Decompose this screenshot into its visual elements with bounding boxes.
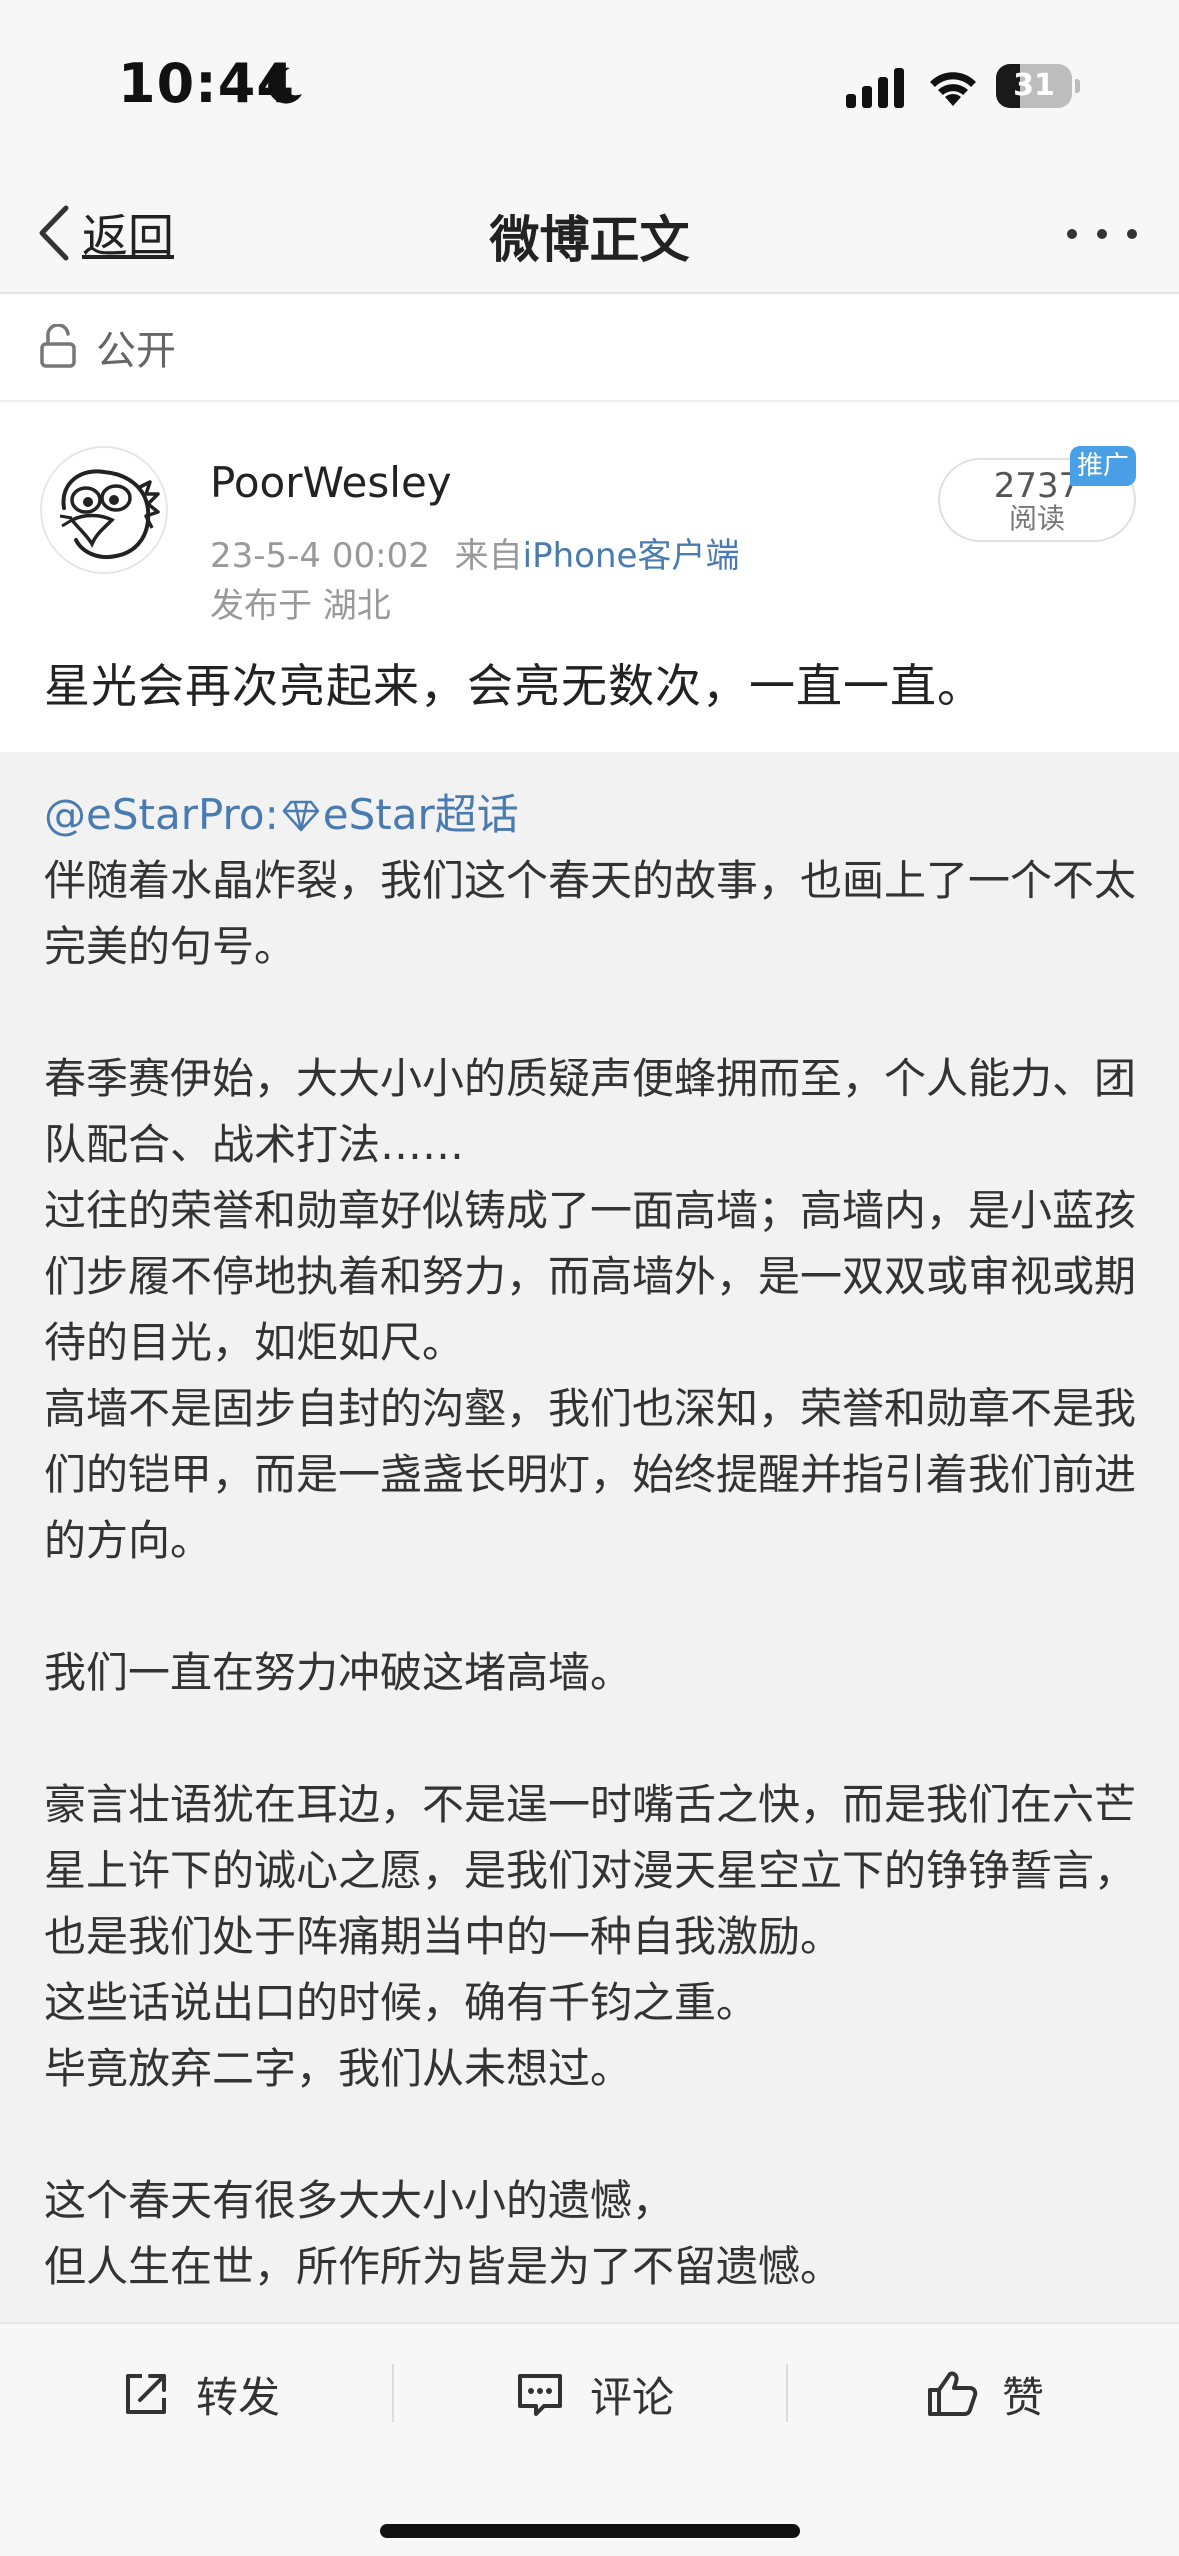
- like-label: 赞: [1002, 2372, 1045, 2422]
- promo-tag[interactable]: 推广: [1070, 446, 1136, 486]
- repost-author-link[interactable]: @eStarPro: [44, 790, 265, 839]
- comment-icon: [518, 2374, 562, 2416]
- share-icon: [126, 2374, 166, 2414]
- nav-bar: 返回 微博正文: [0, 170, 1179, 294]
- page-title: 微博正文: [489, 211, 690, 269]
- repost-paragraph: 但人生在世，所作所为皆是为了不留遗憾。: [44, 2242, 843, 2291]
- bottom-action-bar: 转发 评论 赞: [0, 2322, 1179, 2556]
- forward-label: 转发: [196, 2372, 281, 2422]
- visibility-label: 公开: [96, 328, 176, 374]
- cellular-signal-icon: [846, 68, 904, 108]
- repost-paragraphs: 伴随着水晶炸裂，我们这个春天的故事，也画上了一个不太完美的句号。 春季赛伊始，大大…: [44, 848, 1140, 2300]
- read-label: 阅读: [1008, 502, 1065, 535]
- comment-button[interactable]: 评论: [512, 2354, 674, 2434]
- source-prefix: 来自: [454, 536, 523, 576]
- repost-paragraph: 这些话说出口的时候，确有千钧之重。: [44, 1978, 759, 2027]
- super-topic-link[interactable]: eStar超话: [323, 790, 519, 839]
- post-timestamp: 23-5-4 00:02: [210, 536, 430, 576]
- forward-button[interactable]: 转发: [118, 2354, 280, 2434]
- thumbs-up-icon: [928, 2371, 978, 2416]
- repost-colon: :: [264, 790, 279, 839]
- wifi-icon: [930, 72, 976, 106]
- post-location: 发布于 湖北: [210, 586, 391, 626]
- more-options-icon[interactable]: [1064, 222, 1140, 246]
- repost-paragraph: 高墙不是固步自封的沟壑，我们也深知，荣誉和勋章不是我们的铠甲，而是一盏盏长明灯，…: [44, 1384, 1137, 1565]
- moon-icon: [268, 67, 302, 104]
- repost-paragraph: 豪言壮语犹在耳边，不是逞一时嘴舌之快，而是我们在六芒星上许下的诚心之愿，是我们对…: [44, 1780, 1137, 1961]
- avatar[interactable]: [40, 446, 168, 574]
- repost-card[interactable]: @eStarPro: eStar超话 伴随着水晶炸裂，我们这个春天的故事，也画上了…: [0, 752, 1179, 2322]
- repost-header: @eStarPro: eStar超话: [44, 782, 1140, 848]
- repost-paragraph: 这个春天有很多大大小小的遗憾，: [44, 2176, 675, 2225]
- post-source-link[interactable]: iPhone客户端: [523, 536, 740, 576]
- battery-indicator: 31: [996, 64, 1080, 108]
- repost-body: @eStarPro: eStar超话 伴随着水晶炸裂，我们这个春天的故事，也画上了…: [44, 782, 1140, 2300]
- like-button[interactable]: 赞: [924, 2354, 1044, 2434]
- avatar-cartoon-icon: [42, 448, 166, 572]
- battery-percent: 31: [1013, 68, 1055, 103]
- repost-paragraph: 春季赛伊始，大大小小的质疑声便蜂拥而至，个人能力、团队配合、战术打法……: [44, 1054, 1137, 1169]
- username[interactable]: PoorWesley: [210, 458, 452, 507]
- repost-paragraph: 过往的荣誉和勋章好似铸成了一面高墙；高墙内，是小蓝孩们步履不停地执着和努力，而高…: [44, 1186, 1137, 1367]
- action-divider: [786, 2364, 788, 2422]
- unlock-icon: [40, 324, 76, 368]
- repost-paragraph: 我们一直在努力冲破这堵高墙。: [44, 1648, 633, 1697]
- diamond-icon: [282, 800, 320, 832]
- status-bar: 10:44 31: [0, 0, 1179, 170]
- comment-label: 评论: [590, 2372, 675, 2422]
- post-text: 星光会再次亮起来，会亮无数次，一直一直。: [44, 659, 984, 713]
- action-divider: [392, 2364, 394, 2422]
- repost-paragraph: 毕竟放弃二字，我们从未想过。: [44, 2044, 633, 2093]
- visibility-row[interactable]: 公开: [0, 294, 1179, 402]
- home-indicator: [380, 2524, 800, 2538]
- post-meta: 23-5-4 00:02 来自iPhone客户端: [210, 528, 739, 577]
- repost-paragraph: 伴随着水晶炸裂，我们这个春天的故事，也画上了一个不太完美的句号。: [44, 856, 1137, 971]
